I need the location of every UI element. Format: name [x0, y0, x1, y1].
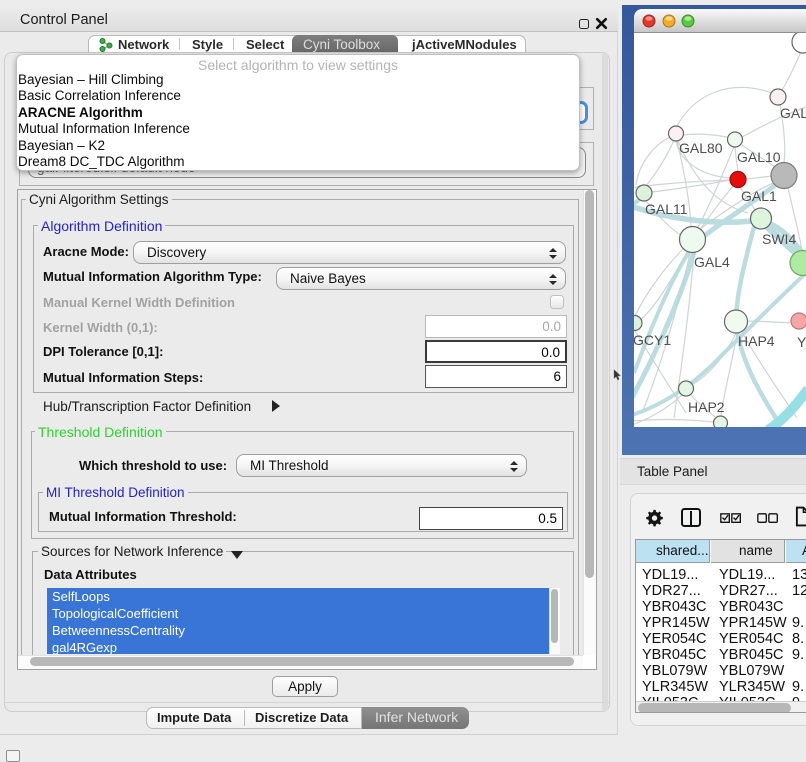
svg-text:GAL1: GAL1 [741, 188, 777, 204]
svg-text:HAP2: HAP2 [688, 399, 725, 415]
svg-text:HAP4: HAP4 [738, 333, 775, 349]
svg-text:GAL11: GAL11 [645, 201, 688, 217]
svg-text:GCY1: GCY1 [634, 332, 671, 348]
svg-text:GAL80: GAL80 [679, 140, 723, 156]
svg-text:GAL4: GAL4 [694, 254, 730, 270]
svg-text:Y: Y [797, 334, 806, 350]
svg-text:SWI4: SWI4 [762, 231, 796, 247]
svg-text:GAL: GAL [780, 105, 806, 121]
svg-text:GAL10: GAL10 [737, 149, 781, 165]
